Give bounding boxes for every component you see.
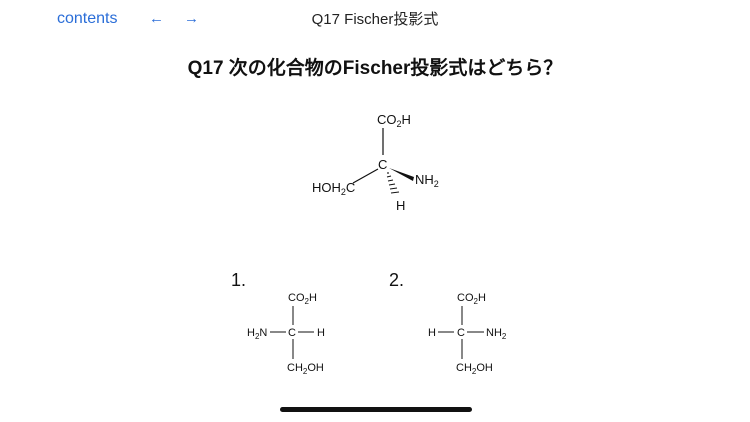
option-2-left-h: H bbox=[428, 327, 436, 339]
main-nh2: NH2 bbox=[415, 172, 439, 189]
main-top-co: CO2H bbox=[377, 112, 411, 129]
main-wedge-bond bbox=[389, 168, 414, 181]
option-2-top-co2h: CO2H bbox=[457, 292, 486, 306]
option-1[interactable]: 1. CO2H H2N C H CH2OH bbox=[231, 270, 325, 376]
option-1-number[interactable]: 1. bbox=[231, 270, 246, 290]
option-1-top-co2h: CO2H bbox=[288, 292, 317, 306]
home-indicator[interactable] bbox=[280, 407, 472, 412]
option-2[interactable]: 2. CO2H H C NH2 CH2OH bbox=[389, 270, 507, 376]
option-2-bottom-ch2oh: CH2OH bbox=[456, 362, 493, 376]
main-center-c: C bbox=[378, 157, 387, 172]
structures-diagram: CO2H C NH2 HOH2C H 1. CO2H H2N C H CH2OH… bbox=[231, 112, 507, 376]
main-bottom-h: H bbox=[396, 198, 405, 213]
main-hoh2c: HOH2C bbox=[312, 180, 355, 197]
option-2-center-c: C bbox=[457, 327, 465, 339]
option-1-center-c: C bbox=[288, 327, 296, 339]
main-hash-bond bbox=[386, 172, 400, 194]
option-1-right-h: H bbox=[317, 327, 325, 339]
main-structure: CO2H C NH2 HOH2C H bbox=[312, 112, 439, 213]
option-1-h2n: H2N bbox=[247, 327, 267, 341]
option-2-number[interactable]: 2. bbox=[389, 270, 404, 290]
option-1-bottom-ch2oh: CH2OH bbox=[287, 362, 324, 376]
option-2-nh2: NH2 bbox=[486, 327, 507, 341]
main-bond-left bbox=[352, 168, 379, 184]
